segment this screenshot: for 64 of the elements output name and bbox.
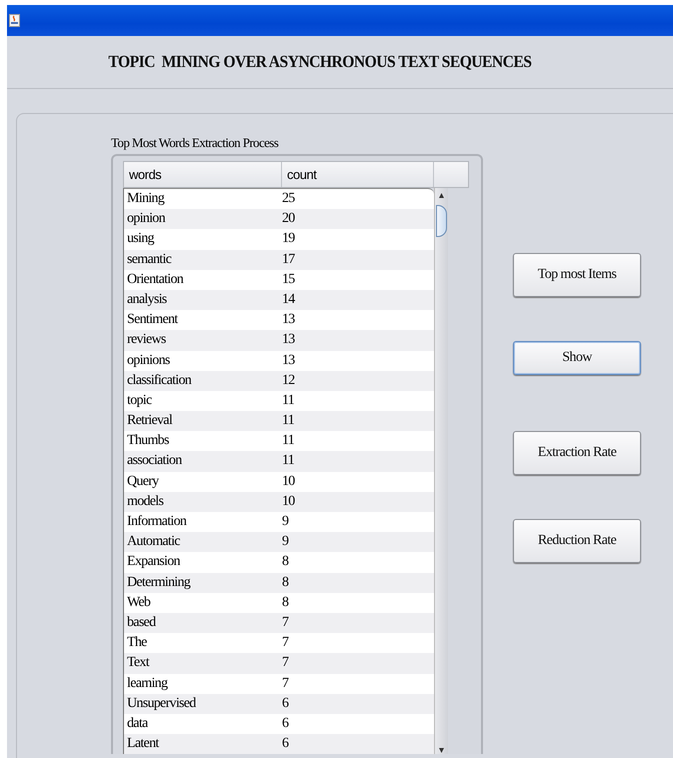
table-cell-text: Latent [126, 735, 160, 754]
table-cell-text: 8 [282, 594, 290, 612]
table-cell-text: opinion [126, 210, 166, 228]
table-cell-text: 13 [282, 311, 296, 330]
table-cell-text: Unsupervised [126, 694, 197, 713]
table-cell-text: association [126, 452, 183, 470]
table-cell-text: 7 [282, 634, 290, 652]
group-label: Top Most Words Extraction Process [111, 134, 280, 152]
table-cell-text: Sentiment [126, 311, 179, 330]
action-button[interactable]: Reduction Rate [513, 519, 641, 563]
table-cell-text: 25 [282, 190, 296, 208]
table-cell-text: 11 [282, 412, 296, 430]
table-cell-text: topic [126, 392, 153, 410]
table-cell-text: Information [126, 513, 188, 531]
table-cell-text: based [126, 614, 157, 632]
table-cell-text: 14 [282, 290, 296, 309]
table-cell-text: 7 [282, 674, 290, 692]
table-cell-text: Query [126, 472, 160, 491]
table-cell-text: data [126, 714, 149, 733]
table-cell-text: 9 [282, 513, 290, 531]
table-cell-text: 20 [282, 210, 296, 228]
table-cell-text: Mining [126, 190, 166, 208]
table-cell-text: 8 [282, 574, 290, 592]
table-cell-text: Text [126, 654, 150, 672]
app-title: TOPIC MINING OVER ASYNCHRONOUS TEXT SEQUENCES [108, 52, 532, 72]
table-cell-text: Determining [126, 574, 192, 592]
action-button[interactable]: Show [513, 341, 641, 375]
table-cell-text: 9 [282, 533, 290, 552]
table-cell-text: The [126, 634, 148, 652]
table-cell-text: 11 [282, 392, 296, 410]
column-header[interactable]: count [282, 162, 434, 187]
table-cell-text: 6 [282, 735, 290, 754]
table-cell-text: 12 [282, 372, 296, 390]
table-cell-text: analysis [126, 290, 168, 309]
table-cell-text: models [126, 492, 164, 511]
action-button[interactable]: Extraction Rate [513, 431, 641, 475]
action-button[interactable]: Top most Items [513, 253, 641, 297]
table-cell-text: 7 [282, 614, 290, 632]
table-cell-text: Retrieval [126, 412, 174, 430]
table-cell-text: 13 [282, 352, 296, 370]
table-cell-text: opinions [126, 352, 171, 370]
table-cell-text: Thumbs [126, 432, 170, 450]
table-cell-text: 15 [282, 270, 296, 289]
table-cell-text: 7 [282, 654, 290, 672]
table-cell-text: 10 [282, 492, 296, 511]
table-cell-text: learning [126, 674, 169, 692]
table-cell-text: 11 [282, 452, 296, 470]
table-cell-text: 17 [282, 250, 296, 269]
table-cell-text: reviews [126, 331, 167, 350]
table-cell-text: 10 [282, 472, 296, 491]
table-cell-text: 8 [282, 553, 290, 572]
table-cell-text: semantic [126, 250, 172, 269]
table-cell-text: 6 [282, 714, 290, 733]
table-cell-text: 11 [282, 432, 296, 450]
table-cell-text: Web [126, 594, 152, 612]
table-cell-text: 13 [282, 331, 296, 350]
column-header[interactable]: words [124, 162, 282, 187]
table-cell-text: using [126, 230, 156, 248]
table-cell-text: Automatic [126, 533, 181, 552]
table-cell-text: Expansion [126, 553, 182, 572]
table-cell-text: Orientation [126, 270, 184, 289]
table-cell-text: classification [126, 372, 192, 390]
table-cell-text: 19 [282, 230, 296, 248]
table-cell-text: 6 [282, 694, 290, 713]
